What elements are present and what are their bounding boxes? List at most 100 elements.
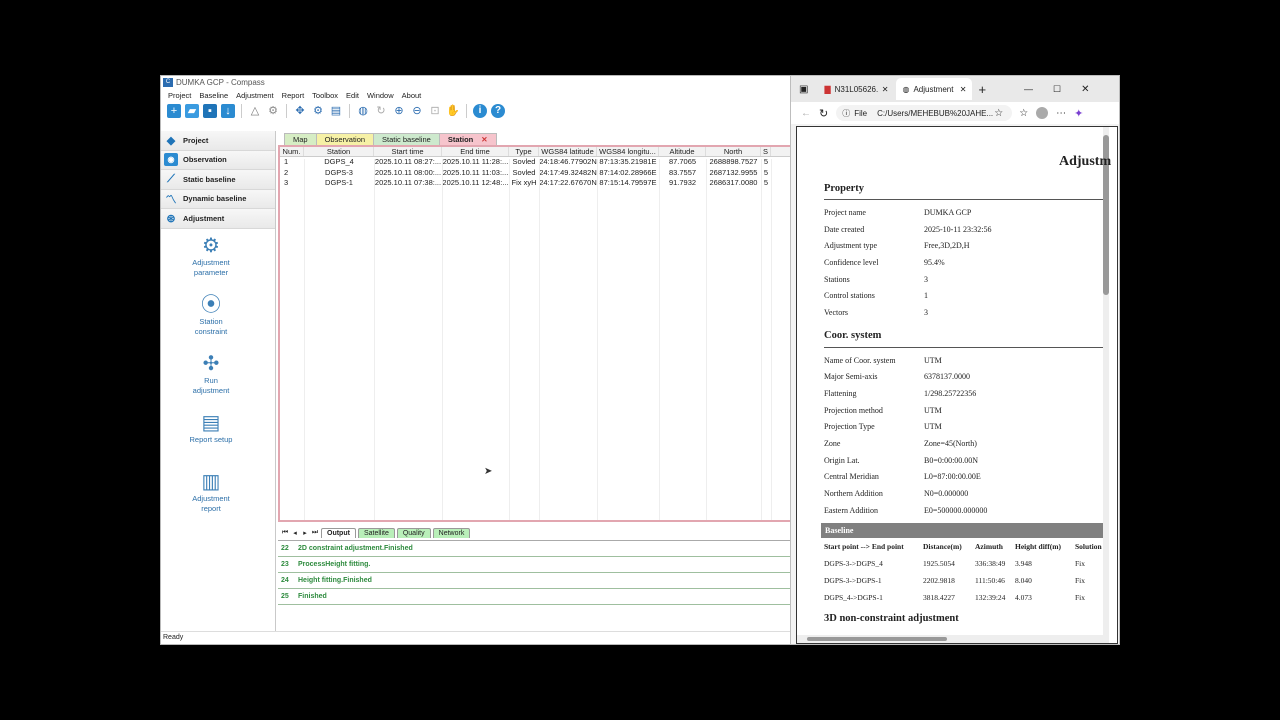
adjustment-report-tool[interactable]: ▥ Adjustment report (161, 471, 261, 514)
column-header[interactable]: Station (304, 147, 374, 156)
close-window-icon[interactable]: ✕ (1081, 84, 1089, 95)
tab-map[interactable]: Map (284, 133, 317, 145)
new-tab-icon[interactable]: + (978, 82, 986, 97)
mouse-cursor-icon: ➤ (484, 466, 493, 477)
menu-window[interactable]: Window (367, 91, 394, 100)
sidebar-item-static-baseline[interactable]: ⟋ Static baseline (161, 170, 275, 190)
menu-bar: Project Baseline Adjustment Report Toolb… (161, 89, 791, 101)
copilot-icon[interactable]: ✦ (1074, 107, 1083, 120)
import-icon[interactable]: ↓ (221, 104, 235, 118)
horizontal-scrollbar[interactable] (797, 635, 1107, 643)
first-icon[interactable]: ⏮ (281, 529, 289, 537)
maximize-icon[interactable]: ☐ (1053, 84, 1061, 95)
tab-satellite[interactable]: Satellite (357, 527, 395, 538)
favorite-icon[interactable]: ☆ (994, 108, 1003, 119)
save-icon[interactable]: ▪ (203, 104, 217, 118)
sidebar-item-project[interactable]: ◆ Project (161, 131, 275, 151)
refresh-icon[interactable]: ↻ (819, 107, 828, 120)
help-icon[interactable]: ? (491, 104, 505, 118)
run-adjustment-tool[interactable]: ✣ Run adjustment (161, 353, 261, 396)
tab-station[interactable]: Station ✕ (438, 133, 497, 145)
zoom-extent-icon[interactable]: ⊡ (428, 104, 442, 118)
scrollbar-thumb[interactable] (807, 637, 947, 641)
zoom-out-icon[interactable]: ⊖ (410, 104, 424, 118)
sidebar-item-observation[interactable]: ◉ Observation (161, 150, 275, 170)
avatar[interactable] (1036, 107, 1049, 119)
table-cell: 24:17:22.67670N (539, 178, 597, 187)
tab-observation[interactable]: Observation (315, 133, 375, 145)
station-constraint-tool[interactable]: ⦿ Station constraint (161, 294, 261, 337)
sidebar-item-dynamic-baseline[interactable]: 〽 Dynamic baseline (161, 189, 275, 209)
tab-static-baseline[interactable]: Static baseline (373, 133, 440, 145)
sidebar-item-label: Project (183, 135, 209, 145)
menu-edit[interactable]: Edit (346, 91, 359, 100)
tab-network[interactable]: Network (432, 527, 471, 538)
open-folder-icon[interactable]: ▰ (185, 104, 199, 118)
column-header[interactable]: End time (442, 147, 509, 156)
table-row[interactable]: 3 DGPS-1 2025.10.11 07:38:... 2025.10.11 12… (280, 178, 790, 189)
tab-output[interactable]: Output (321, 527, 356, 538)
report-value: UTM (924, 422, 942, 432)
column-header[interactable]: S (761, 147, 771, 156)
column-header[interactable]: WGS84 latitude (539, 147, 597, 156)
triangle-network-icon[interactable]: △ (248, 104, 262, 118)
menu-adjustment[interactable]: Adjustment (236, 91, 274, 100)
prev-icon[interactable]: ◂ (291, 529, 299, 537)
pan-icon[interactable]: ✥ (293, 104, 307, 118)
column-header[interactable]: Altitude (659, 147, 706, 156)
output-row: 24 Height fitting.Finished (278, 573, 792, 589)
address-bar[interactable]: ⓘ File C:/Users/MEHEBUB%20JAHE... (836, 105, 1013, 121)
layers-icon: ◆ (166, 134, 176, 147)
new-project-icon[interactable]: + (167, 104, 181, 118)
column-header[interactable]: Start time (374, 147, 442, 156)
report-view-icon[interactable]: ▤ (329, 104, 343, 118)
table-row[interactable]: 1 DGPS_4 2025.10.11 08:27:... 2025.10.11 11… (280, 157, 790, 168)
report-key: Project name (824, 207, 866, 217)
title-bar: C DUMKA GCP - Compass (161, 76, 791, 89)
sidebar-item-adjustment[interactable]: ⊛ Adjustment (161, 209, 275, 229)
process-gear-icon[interactable]: ⚙ (311, 104, 325, 118)
main-area: Map Observation Static baseline Station ✕… (278, 132, 792, 522)
tool-label: Report setup (189, 434, 233, 444)
column-header[interactable]: Num. (280, 147, 304, 156)
column-gridline (539, 159, 540, 520)
next-icon[interactable]: ▸ (301, 529, 309, 537)
row-text: 2D constraint adjustment.Finished (298, 545, 413, 552)
column-header[interactable]: North (706, 147, 761, 156)
settings-gear-icon[interactable]: ⚙ (266, 104, 280, 118)
tab-actions-icon[interactable]: ▣ (799, 84, 808, 95)
last-icon[interactable]: ⏭ (311, 529, 319, 537)
refresh-icon[interactable]: ↻ (374, 104, 388, 118)
more-icon[interactable]: ⋯ (1056, 108, 1066, 119)
column-header[interactable]: WGS84 longitu... (597, 147, 659, 156)
close-tab-icon[interactable]: ✕ (481, 135, 487, 144)
pin-icon: ⦿ (201, 293, 221, 316)
menu-baseline[interactable]: Baseline (199, 91, 228, 100)
column-header[interactable]: Type (509, 147, 539, 156)
hand-icon[interactable]: ✋ (446, 104, 460, 118)
zoom-in-icon[interactable]: ⊕ (392, 104, 406, 118)
vertical-scrollbar[interactable] (1103, 127, 1109, 643)
tab-quality[interactable]: Quality (396, 527, 431, 538)
globe-icon[interactable]: ◍ (356, 104, 370, 118)
menu-about[interactable]: About (402, 91, 422, 100)
table-cell: 83.7557 (668, 167, 697, 177)
close-icon[interactable]: ✕ (882, 85, 889, 94)
report-key: Projection method (824, 405, 883, 415)
report-row: Major Semi-axis 6378137.0000 (797, 369, 1117, 386)
menu-report[interactable]: Report (282, 91, 305, 100)
browser-tab-pdf[interactable]: ▇N31L05626... ✕ (818, 78, 894, 100)
close-icon[interactable]: ✕ (960, 85, 967, 94)
favorites-icon[interactable]: ☆ (1019, 108, 1028, 119)
report-setup-tool[interactable]: ▤ Report setup (161, 412, 261, 445)
minimize-icon[interactable]: — (1024, 84, 1033, 94)
browser-tab-adjustment[interactable]: ◍ Adjustment ✕ (896, 78, 973, 100)
adjustment-parameter-tool[interactable]: ⚙ Adjustment parameter (161, 235, 261, 278)
info-icon[interactable]: i (473, 104, 487, 118)
menu-project[interactable]: Project (168, 91, 191, 100)
menu-toolbox[interactable]: Toolbox (312, 91, 338, 100)
back-icon[interactable]: ← (801, 108, 811, 119)
report-value: DUMKA GCP (924, 207, 972, 217)
report-key: Vectors (824, 307, 848, 317)
table-row[interactable]: 2 DGPS-3 2025.10.11 08:00:... 2025.10.11 11… (280, 168, 790, 179)
